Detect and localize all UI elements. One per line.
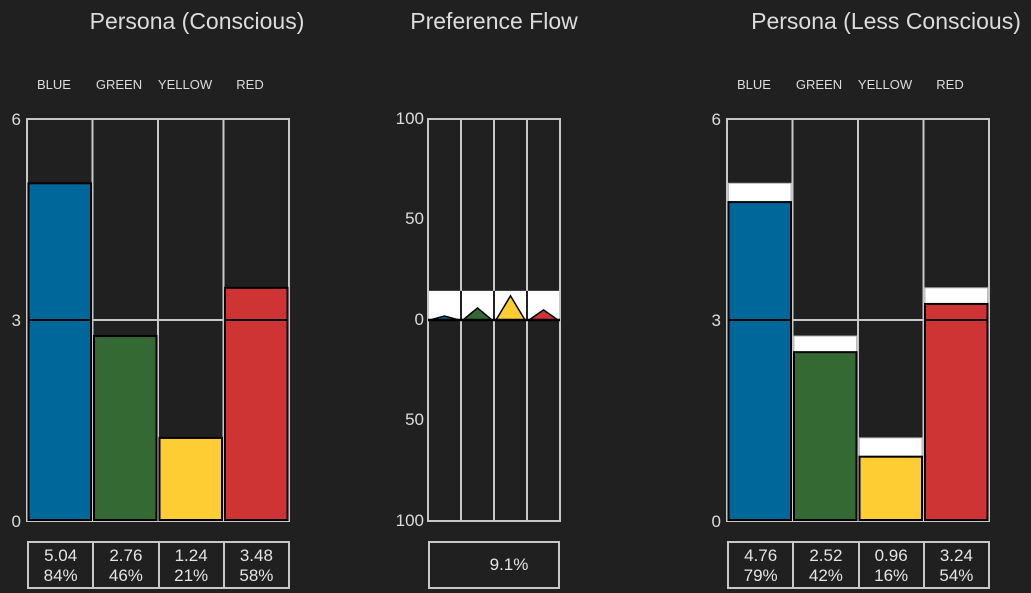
value-cell-blue: 4.76 79% — [729, 543, 795, 587]
value-label: 4.76 — [744, 546, 778, 565]
less-conscious-bar-gap-red — [924, 287, 988, 305]
category-label-blue: BLUE — [737, 77, 771, 92]
value-label: 2.52 — [809, 546, 843, 565]
less-conscious-bar-gap-yellow — [859, 437, 923, 458]
y-tick-100-top: 100 — [395, 109, 424, 128]
value-label: 5.04 — [44, 546, 78, 565]
y-tick-3: 3 — [711, 311, 721, 330]
value-cell-blue: 5.04 84% — [29, 543, 95, 587]
value-cell-green: 2.52 42% — [794, 543, 860, 587]
less-conscious-bar-gap-blue — [728, 182, 792, 203]
percent-label: 54% — [939, 566, 974, 585]
conscious-bar-red — [224, 286, 289, 521]
less-conscious-bar-green — [793, 351, 858, 521]
y-tick-0: 0 — [11, 512, 21, 531]
value-label: 1.24 — [174, 546, 208, 565]
conscious-bar-yellow — [158, 436, 223, 522]
chart-title-preference-flow: Preference Flow — [410, 8, 578, 34]
percent-label: 58% — [239, 566, 274, 585]
category-label-yellow: YELLOW — [157, 77, 213, 92]
percent-label: 16% — [874, 566, 909, 585]
y-tick-50-top: 50 — [405, 209, 424, 228]
values-table-less-conscious: 4.76 79% 2.52 42% 0.96 16% 3.24 54% — [727, 541, 990, 589]
value-label: 2.76 — [109, 546, 143, 565]
value-cell-yellow: 1.24 21% — [160, 543, 225, 587]
conscious-bar-blue — [27, 182, 92, 521]
percent-label: 79% — [743, 566, 778, 585]
chart-title-conscious: Persona (Conscious) — [89, 8, 305, 34]
y-tick-3: 3 — [11, 311, 21, 330]
category-label-red: RED — [936, 77, 964, 92]
category-label-green: GREEN — [795, 77, 843, 92]
less-conscious-bar-blue — [727, 201, 792, 522]
percent-label: 21% — [174, 566, 209, 585]
less-conscious-bar-red — [924, 302, 989, 522]
percent-label: 84% — [43, 566, 78, 585]
y-tick-6: 6 — [11, 110, 21, 129]
percent-label: 42% — [808, 566, 843, 585]
y-tick-0: 0 — [711, 512, 721, 531]
summary-value: 9.1% — [489, 555, 529, 574]
value-label: 0.96 — [874, 546, 908, 565]
y-tick-100-bottom: 100 — [395, 511, 424, 530]
percent-label: 46% — [108, 566, 143, 585]
value-cell-red: 3.24 54% — [925, 543, 988, 587]
conscious-bar-green — [93, 335, 158, 521]
values-table-conscious: 5.04 84% 2.76 46% 1.24 21% 3.48 58% — [27, 541, 290, 589]
chart-title-less-conscious: Persona (Less Conscious) — [751, 8, 1021, 34]
category-label-yellow: YELLOW — [857, 77, 913, 92]
less-conscious-bar-yellow — [858, 455, 923, 521]
category-label-green: GREEN — [95, 77, 143, 92]
value-cell-yellow: 0.96 16% — [860, 543, 925, 587]
less-conscious-bar-gap-green — [793, 335, 857, 353]
y-tick-50-bottom: 50 — [405, 410, 424, 429]
value-cell-red: 3.48 58% — [225, 543, 288, 587]
category-label-red: RED — [236, 77, 264, 92]
value-label: 3.48 — [239, 546, 273, 565]
y-tick-6: 6 — [711, 110, 721, 129]
value-label: 3.24 — [939, 546, 973, 565]
y-tick-0-mid: 0 — [414, 310, 424, 329]
preference-flow-summary: 9.1% — [428, 541, 560, 589]
value-cell-green: 2.76 46% — [94, 543, 160, 587]
category-label-blue: BLUE — [37, 77, 71, 92]
